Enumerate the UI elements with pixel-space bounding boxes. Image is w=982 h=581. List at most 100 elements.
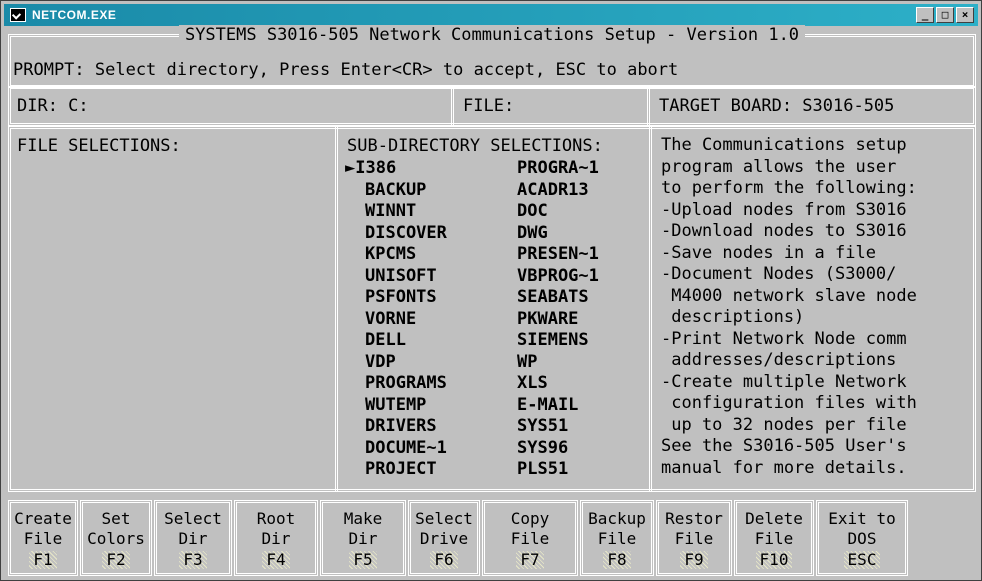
fkey-f10-button[interactable]: Delete File F10 bbox=[734, 500, 814, 576]
fkey-f8-button[interactable]: Backup File F8 bbox=[580, 500, 654, 576]
fkey-keycap: F5 bbox=[349, 551, 377, 569]
fkey-f3-button[interactable]: Select Dir F3 bbox=[154, 500, 232, 576]
description-line: M4000 network slave node bbox=[661, 285, 917, 306]
subdirectory-item[interactable]: BACKUP bbox=[345, 179, 495, 201]
subdirectory-item[interactable]: PSFONTS bbox=[345, 286, 495, 308]
divider bbox=[451, 86, 454, 126]
fkey-label-line1: Set bbox=[101, 509, 131, 528]
subdirectory-item[interactable]: SIEMENS bbox=[517, 329, 667, 351]
fkey-label-line1: Restor bbox=[665, 509, 723, 528]
subdirectory-item[interactable]: XLS bbox=[517, 372, 667, 394]
program-title: SYSTEMS S3016-505 Network Communications… bbox=[11, 24, 973, 46]
fkey-label-line1: Select bbox=[164, 509, 222, 528]
description-line: -Document Nodes (S3000/ bbox=[661, 264, 897, 284]
divider bbox=[335, 126, 338, 492]
description-line: -Create multiple Network bbox=[661, 371, 907, 392]
subdirectory-item[interactable]: KPCMS bbox=[345, 243, 495, 265]
fkey-f5-button[interactable]: Make Dir F5 bbox=[320, 500, 406, 576]
fkey-keycap: F3 bbox=[179, 551, 207, 569]
subdirectory-item[interactable]: PROJECT bbox=[345, 458, 495, 480]
subdirectory-item[interactable]: WINNT bbox=[345, 200, 495, 222]
subdirectory-item[interactable]: WUTEMP bbox=[345, 394, 495, 416]
subdirectory-item[interactable]: VORNE bbox=[345, 308, 495, 330]
fkey-label-line1: Root bbox=[256, 509, 296, 528]
subdirectory-item[interactable]: E-MAIL bbox=[517, 394, 667, 416]
subdirectory-item[interactable]: PROGRAMS bbox=[345, 372, 495, 394]
header-panel: SYSTEMS S3016-505 Network Communications… bbox=[8, 25, 976, 88]
fkey-keycap: F9 bbox=[680, 551, 708, 569]
subdirectory-item[interactable]: SEABATS bbox=[517, 286, 667, 308]
description-text: The Communications setup program allows t… bbox=[661, 135, 971, 479]
subdirectory-item[interactable]: DOC bbox=[517, 200, 667, 222]
fkey-label-line2: File bbox=[674, 529, 714, 548]
info-row: DIR: C: FILE: TARGET BOARD: S3016-505 bbox=[8, 86, 976, 126]
subdirectory-item[interactable]: PLS51 bbox=[517, 458, 667, 480]
netcom-window: NETCOM.EXE _ □ × SYSTEMS S3016-505 Netwo… bbox=[0, 0, 982, 581]
subdirectory-item[interactable]: DOCUME~1 bbox=[345, 437, 495, 459]
description-line: configuration files with bbox=[661, 393, 917, 413]
fkey-f1-button[interactable]: Create File F1 bbox=[8, 500, 78, 576]
fkey-label-line1: Delete bbox=[745, 509, 803, 528]
description-panel: The Communications setup program allows t… bbox=[655, 129, 975, 489]
divider bbox=[647, 86, 650, 126]
fkey-label-line2: Dir bbox=[178, 529, 208, 548]
fkey-keycap: F2 bbox=[102, 551, 130, 569]
description-line: -Print Network Node comm bbox=[661, 328, 907, 349]
subdirectory-item[interactable]: DWG bbox=[517, 222, 667, 244]
subdirectory-item[interactable]: PKWARE bbox=[517, 308, 667, 330]
file-selections-panel[interactable]: FILE SELECTIONS: bbox=[11, 129, 335, 489]
close-button[interactable]: × bbox=[956, 7, 974, 23]
fkey-esc-button[interactable]: Exit to DOS ESC bbox=[816, 500, 908, 576]
fkey-keycap: ESC bbox=[843, 551, 881, 569]
subdirectory-item[interactable]: WP bbox=[517, 351, 667, 373]
subdirectory-item[interactable]: ►I386 bbox=[345, 157, 495, 179]
fkey-label-line2: Dir bbox=[348, 529, 378, 548]
subdirectory-item[interactable]: SYS51 bbox=[517, 415, 667, 437]
file-field[interactable]: FILE: bbox=[457, 89, 647, 123]
subdirectory-item[interactable]: SYS96 bbox=[517, 437, 667, 459]
fkey-label-line1: Make bbox=[343, 509, 383, 528]
subdirectory-item[interactable]: VBPROG~1 bbox=[517, 265, 667, 287]
selection-arrow-icon: ► bbox=[345, 158, 356, 178]
description-line: -Download nodes to S3016 bbox=[661, 221, 907, 241]
fkey-label-line1: Copy bbox=[510, 509, 550, 528]
subdirectory-item[interactable]: DELL bbox=[345, 329, 495, 351]
fkey-keycap: F10 bbox=[755, 551, 793, 569]
fkey-label-line1: Exit to bbox=[828, 509, 896, 528]
subdirectory-label: I386 bbox=[355, 158, 397, 178]
target-board: TARGET BOARD: S3016-505 bbox=[659, 96, 895, 116]
console-area: SYSTEMS S3016-505 Network Communications… bbox=[4, 25, 980, 579]
maximize-button[interactable]: □ bbox=[936, 7, 954, 23]
subdirectory-item[interactable]: DRIVERS bbox=[345, 415, 495, 437]
subdirectory-panel: SUB-DIRECTORY SELECTIONS: ►I386 BACKUP WIN… bbox=[341, 129, 649, 489]
title-bar[interactable]: NETCOM.EXE _ □ × bbox=[4, 4, 978, 26]
window-title: NETCOM.EXE bbox=[32, 8, 117, 22]
fkey-label-line2: Drive bbox=[419, 529, 469, 548]
subdirectory-item[interactable]: DISCOVER bbox=[345, 222, 495, 244]
fkey-f9-button[interactable]: Restor File F9 bbox=[656, 500, 732, 576]
subdirectory-item[interactable]: ACADR13 bbox=[517, 179, 667, 201]
fkey-keycap: F7 bbox=[516, 551, 544, 569]
fkey-f7-button[interactable]: Copy File F7 bbox=[482, 500, 578, 576]
divider bbox=[649, 126, 652, 492]
fkey-keycap: F1 bbox=[29, 551, 57, 569]
main-panel: FILE SELECTIONS: SUB-DIRECTORY SELECTION… bbox=[8, 126, 976, 492]
fkey-label-line2: File bbox=[754, 529, 794, 548]
dir-field[interactable]: DIR: C: bbox=[11, 89, 451, 123]
fkey-keycap: F4 bbox=[262, 551, 290, 569]
fkey-keycap: F8 bbox=[603, 551, 631, 569]
fkey-label-line2: File bbox=[23, 529, 63, 548]
fkey-f2-button[interactable]: Set Colors F2 bbox=[80, 500, 152, 576]
minimize-button[interactable]: _ bbox=[916, 7, 934, 23]
fkey-label-line2: File bbox=[510, 529, 550, 548]
subdirectory-item[interactable]: PROGRA~1 bbox=[517, 157, 667, 179]
subdirectory-item[interactable]: PRESEN~1 bbox=[517, 243, 667, 265]
function-key-bar: Create File F1 Set Colors F2 Select Dir F3 Root Di… bbox=[8, 500, 976, 576]
description-line: manual for more details. bbox=[661, 457, 907, 478]
fkey-f4-button[interactable]: Root Dir F4 bbox=[234, 500, 318, 576]
fkey-label-line2: DOS bbox=[847, 529, 877, 548]
fkey-f6-button[interactable]: Select Drive F6 bbox=[408, 500, 480, 576]
subdirectory-item[interactable]: UNISOFT bbox=[345, 265, 495, 287]
description-line: See the S3016-505 User's bbox=[661, 436, 907, 456]
subdirectory-item[interactable]: VDP bbox=[345, 351, 495, 373]
